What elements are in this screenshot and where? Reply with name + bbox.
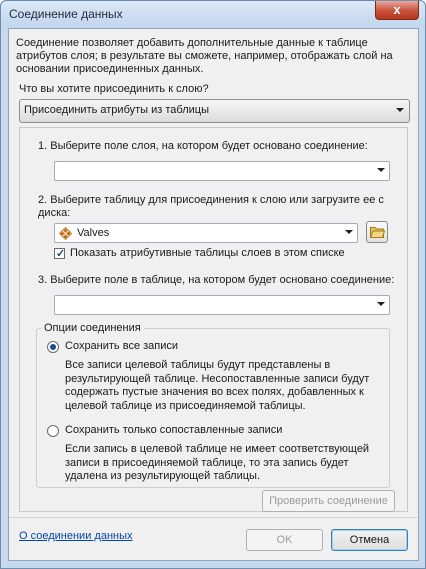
cancel-button[interactable]: Отмена xyxy=(331,529,408,551)
title-bar[interactable]: Соединение данных x xyxy=(1,1,425,27)
chevron-down-icon xyxy=(377,168,385,172)
show-attr-tables-checkbox[interactable]: ✓ xyxy=(54,248,66,260)
chevron-down-icon xyxy=(345,230,353,234)
close-button[interactable]: x xyxy=(375,1,419,20)
show-attr-tables-label: Показать атрибутивные таблицы слоев в эт… xyxy=(70,247,345,259)
layer-diamond-icon xyxy=(59,227,72,240)
step1-label: 1. Выберите поле слоя, на котором будет … xyxy=(38,140,368,152)
join-settings-panel: 1. Выберите поле слоя, на котором будет … xyxy=(19,127,408,512)
join-options-title: Опции соединения xyxy=(41,322,144,334)
join-data-dialog: Соединение данных x Соединение позволяет… xyxy=(0,0,426,569)
keep-all-radio[interactable] xyxy=(47,341,59,353)
join-question-label: Что вы хотите присоединить к слою? xyxy=(19,83,209,95)
join-table-dropdown[interactable]: Valves xyxy=(54,223,358,243)
description-text: Соединение позволяет добавить дополнител… xyxy=(16,37,393,75)
layer-field-dropdown[interactable] xyxy=(54,161,390,181)
window-title: Соединение данных xyxy=(9,7,123,21)
step2-label: 2. Выберите таблицу для присоединения к … xyxy=(38,194,384,219)
footer-divider xyxy=(9,517,418,518)
chevron-down-icon xyxy=(396,108,404,112)
ok-button[interactable]: OK xyxy=(246,529,323,551)
join-type-dropdown[interactable]: Присоединить атрибуты из таблицы xyxy=(19,99,410,123)
keep-matching-label[interactable]: Сохранить только сопоставленные записи xyxy=(65,424,282,436)
about-joining-link[interactable]: О соединении данных xyxy=(19,530,133,542)
chevron-down-icon xyxy=(377,302,385,306)
keep-all-label[interactable]: Сохранить все записи xyxy=(65,340,178,352)
join-type-value: Присоединить атрибуты из таблицы xyxy=(24,104,209,116)
keep-matching-radio[interactable] xyxy=(47,425,59,437)
checkmark-icon: ✓ xyxy=(56,248,66,260)
table-field-dropdown[interactable] xyxy=(54,295,390,315)
radio-selected-dot xyxy=(50,344,56,350)
dialog-body: Соединение позволяет добавить дополнител… xyxy=(8,28,419,561)
join-options-group: Опции соединения Сохранить все записи Вс… xyxy=(36,322,390,488)
validate-join-button[interactable]: Проверить соединение xyxy=(262,490,395,512)
step3-label: 3. Выберите поле в таблице, на котором б… xyxy=(38,274,395,286)
browse-folder-button[interactable] xyxy=(366,221,388,243)
keep-matching-description: Если запись в целевой таблице не имеет с… xyxy=(65,443,370,482)
folder-icon xyxy=(370,227,385,238)
keep-all-description: Все записи целевой таблицы будут предста… xyxy=(65,359,370,412)
join-table-value: Valves xyxy=(77,227,110,239)
close-icon: x xyxy=(393,2,401,17)
